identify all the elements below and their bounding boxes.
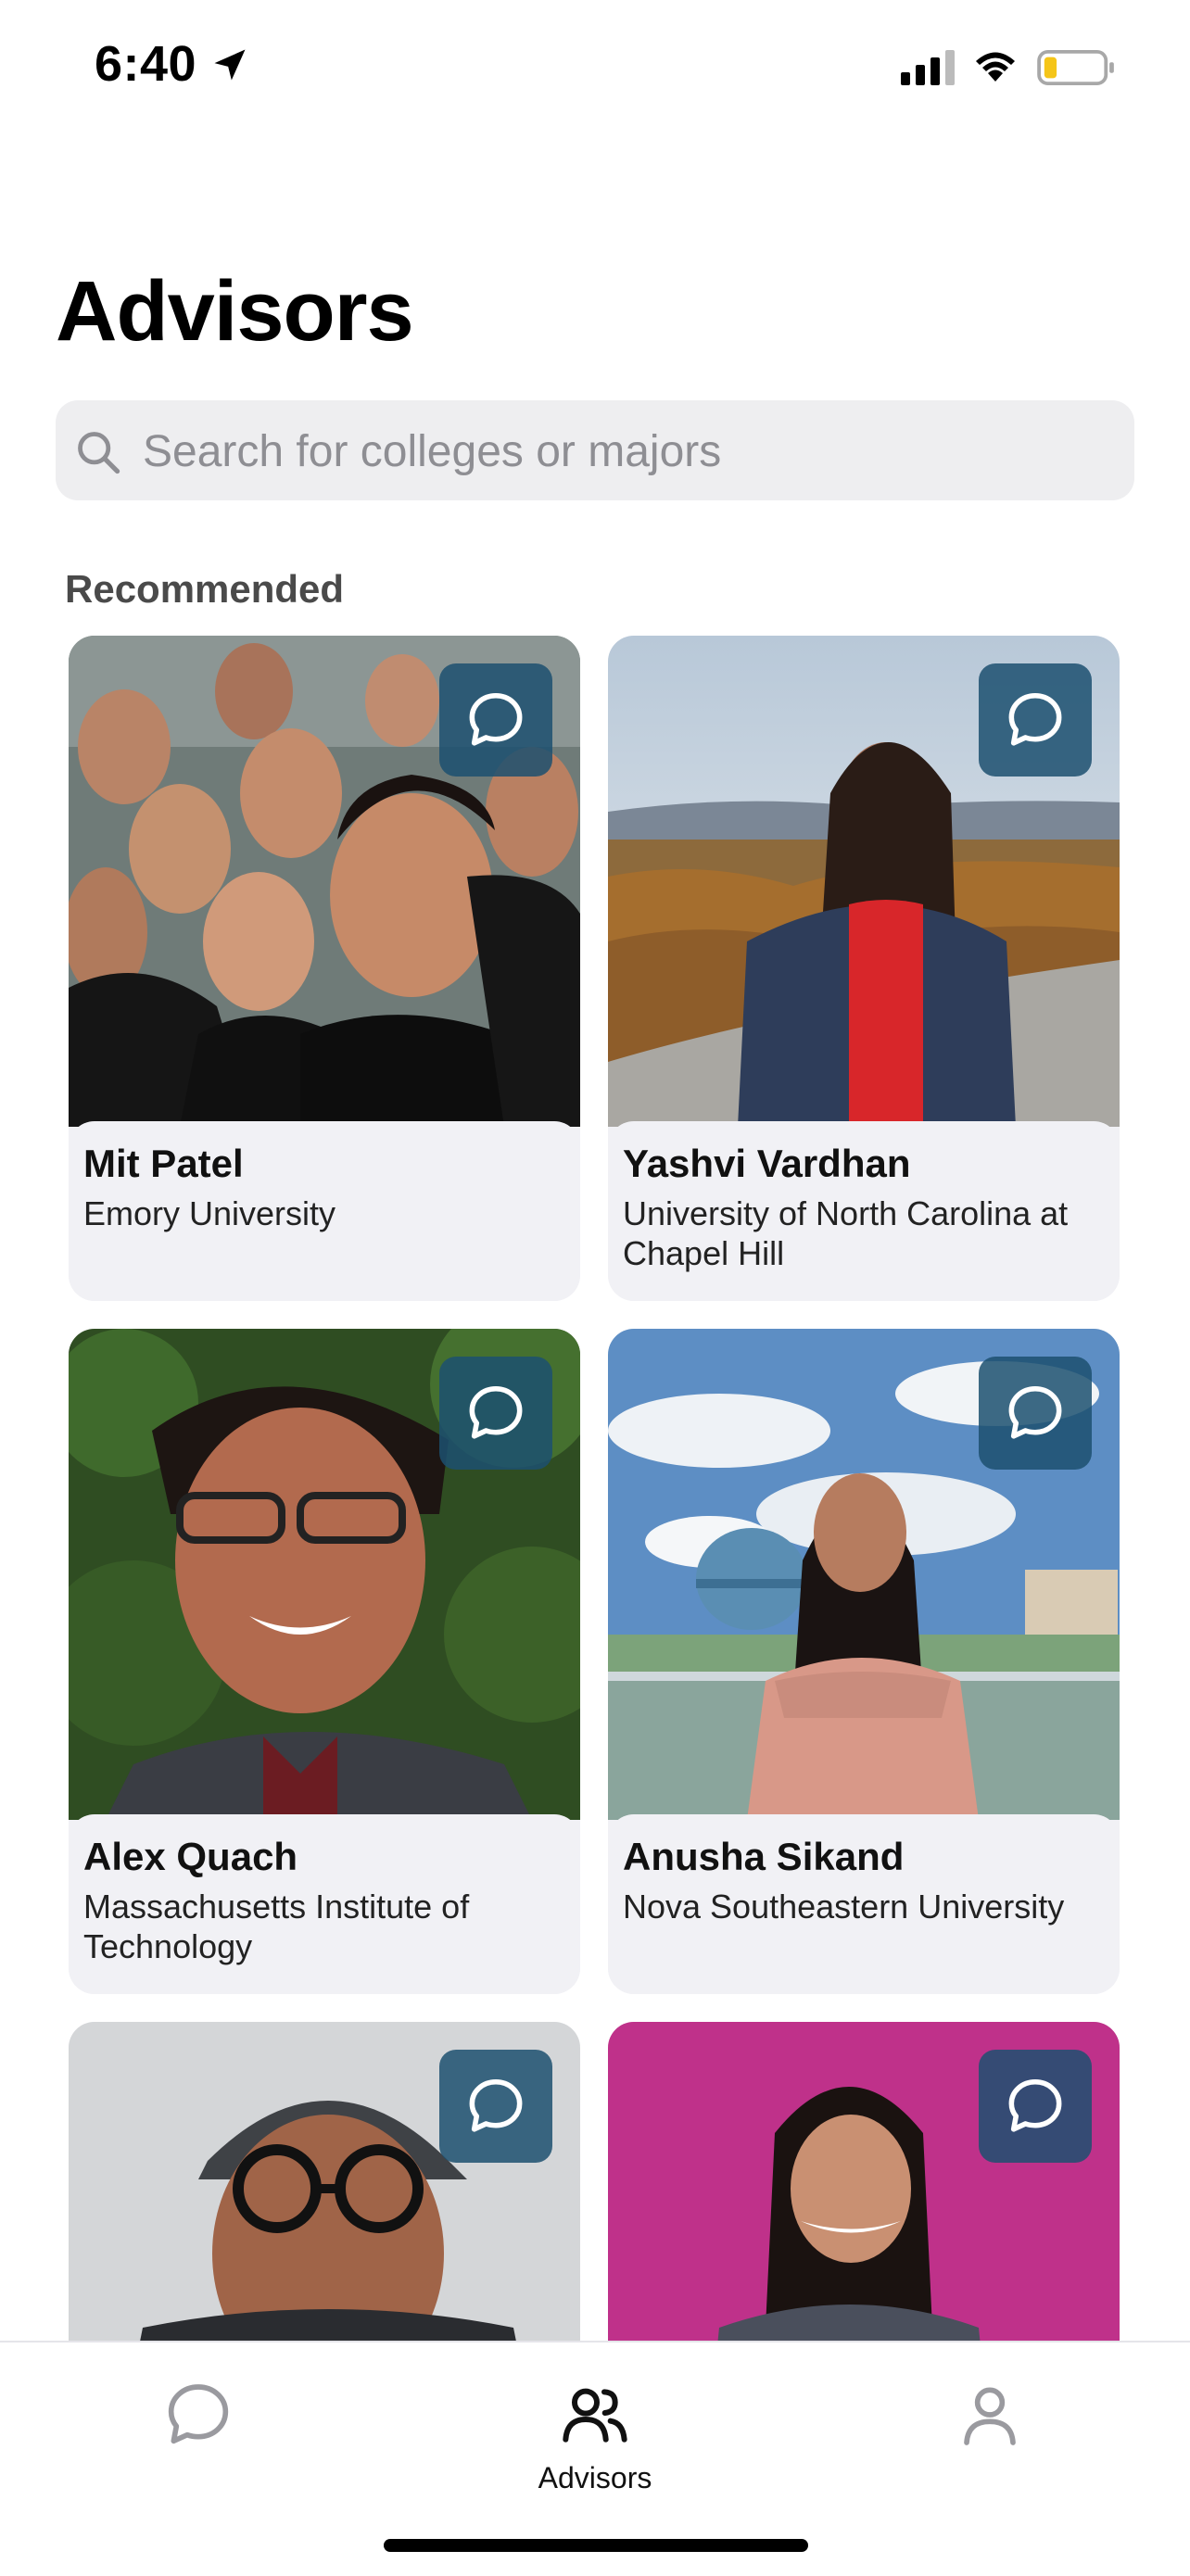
advisor-card[interactable] <box>608 2022 1120 2341</box>
chat-button[interactable] <box>439 2050 552 2163</box>
advisor-card[interactable]: Alex Quach Massachusetts Institute of Te… <box>69 1329 580 1994</box>
chat-bubble-icon <box>469 1385 523 1439</box>
chat-button[interactable] <box>979 1357 1092 1470</box>
advisor-name: Anusha Sikand <box>623 1835 905 1878</box>
status-time: 6:40 <box>95 36 197 92</box>
person-icon <box>964 2387 1016 2445</box>
chat-bubble-icon <box>1008 2078 1062 2132</box>
tab-advisors[interactable]: Advisors <box>502 2361 688 2500</box>
advisor-grid: Mit Patel Emory University Yashvi Vardha… <box>69 636 1121 2341</box>
tab-label: Advisors <box>538 2461 652 2494</box>
advisor-info: Yashvi Vardhan University of North Carol… <box>608 1121 1120 1301</box>
chat-bubble-icon <box>469 692 523 746</box>
advisor-school: Emory University <box>83 1194 336 1232</box>
advisor-card[interactable]: Anusha Sikand Nova Southeastern Universi… <box>608 1329 1120 1994</box>
advisor-info: Anusha Sikand Nova Southeastern Universi… <box>608 1814 1120 1994</box>
advisor-card[interactable]: Mit Patel Emory University <box>69 636 580 1301</box>
home-indicator <box>384 2539 808 2552</box>
chat-bubble-icon <box>168 2384 229 2444</box>
people-icon <box>563 2388 627 2443</box>
chat-bubble-icon <box>1008 1385 1062 1439</box>
advisor-card[interactable]: Yashvi Vardhan University of North Carol… <box>608 636 1120 1301</box>
chat-bubble-icon <box>1008 692 1062 746</box>
tab-profile[interactable] <box>897 2361 1082 2500</box>
advisor-name: Yashvi Vardhan <box>623 1142 911 1185</box>
wifi-icon <box>976 52 1015 82</box>
advisor-info: Alex Quach Massachusetts Institute of Te… <box>69 1814 580 1994</box>
advisor-school: University of North Carolina at Chapel H… <box>623 1194 1069 1272</box>
chat-button[interactable] <box>979 663 1092 777</box>
advisor-name: Alex Quach <box>83 1835 298 1878</box>
advisor-card[interactable] <box>69 2022 580 2341</box>
chat-button[interactable] <box>439 663 552 777</box>
chat-button[interactable] <box>979 2050 1092 2163</box>
section-title: Recommended <box>65 567 345 611</box>
status-bar: 6:40 <box>0 0 1190 130</box>
advisor-school: Nova Southeastern University <box>623 1888 1065 1926</box>
chat-button[interactable] <box>439 1357 552 1470</box>
chat-bubble-icon <box>469 2078 523 2132</box>
battery-icon <box>1037 50 1114 85</box>
tab-chats[interactable] <box>106 2361 291 2500</box>
advisor-name: Mit Patel <box>83 1142 244 1185</box>
advisor-school: Massachusetts Institute of Technology <box>83 1888 470 1965</box>
cellular-signal-icon <box>901 50 955 85</box>
search-icon <box>78 432 120 474</box>
page-title: Advisors <box>56 264 414 359</box>
location-arrow-icon <box>214 49 246 81</box>
advisor-info: Mit Patel Emory University <box>69 1121 580 1301</box>
search-bar[interactable] <box>56 400 1134 502</box>
search-input[interactable] <box>141 400 1108 502</box>
